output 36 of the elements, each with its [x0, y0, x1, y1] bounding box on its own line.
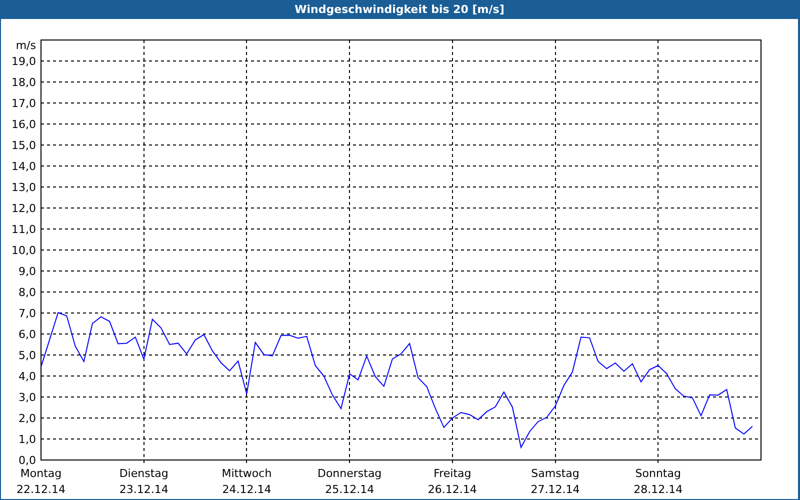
y-tick-label: 17,0	[12, 97, 36, 110]
y-tick-label: 9,0	[18, 265, 36, 278]
y-tick-label: 1,0	[18, 433, 36, 446]
y-tick-label: 0,0	[18, 454, 36, 467]
y-tick-label: 8,0	[18, 286, 36, 299]
y-tick-label: 6,0	[18, 328, 36, 341]
date-label: 26.12.14	[428, 483, 477, 496]
y-axis-unit: m/s	[16, 39, 36, 52]
y-tick-label: 10,0	[12, 244, 36, 257]
weekday-label: Montag	[20, 467, 62, 480]
date-label: 24.12.14	[222, 483, 272, 496]
date-label: 23.12.14	[119, 483, 168, 496]
y-tick-label: 14,0	[12, 160, 36, 173]
date-label: 25.12.14	[325, 483, 374, 496]
y-tick-label: 7,0	[18, 307, 36, 320]
chart-title: Windgeschwindigkeit bis 20 [m/s]	[294, 3, 504, 16]
y-tick-label: 12,0	[12, 202, 36, 215]
weekday-label: Sonntag	[635, 467, 681, 480]
y-tick-label: 3,0	[18, 391, 36, 404]
date-label: 28.12.14	[634, 483, 683, 496]
y-tick-label: 13,0	[12, 181, 36, 194]
y-tick-label: 5,0	[18, 349, 36, 362]
weekday-label: Samstag	[531, 467, 580, 480]
date-label: 22.12.14	[16, 483, 66, 496]
y-tick-label: 19,0	[12, 55, 36, 68]
weekday-label: Mittwoch	[222, 467, 272, 480]
weekday-label: Dienstag	[119, 467, 168, 480]
y-tick-label: 11,0	[12, 223, 36, 236]
date-label: 27.12.14	[530, 483, 580, 496]
weekday-label: Donnerstag	[317, 467, 382, 480]
weekday-label: Freitag	[434, 467, 472, 480]
y-tick-label: 2,0	[18, 412, 36, 425]
y-tick-label: 15,0	[12, 139, 36, 152]
y-tick-label: 18,0	[12, 76, 36, 89]
y-tick-label: 4,0	[18, 370, 36, 383]
y-tick-label: 16,0	[12, 118, 36, 131]
